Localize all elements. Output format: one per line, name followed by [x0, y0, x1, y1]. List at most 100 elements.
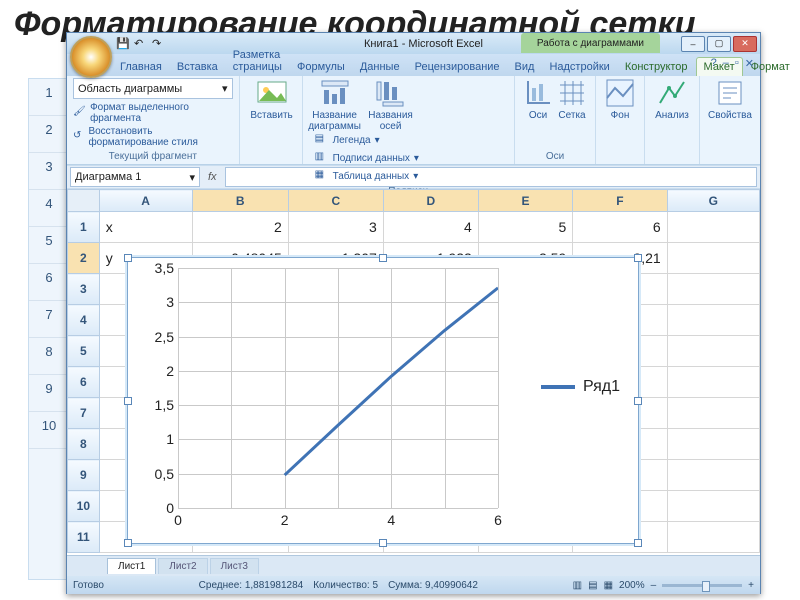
background-button[interactable]: Фон: [602, 78, 638, 121]
zoom-in-button[interactable]: +: [748, 580, 754, 591]
cell[interactable]: 5: [478, 212, 572, 243]
office-button[interactable]: [70, 36, 112, 78]
cell[interactable]: [667, 460, 759, 491]
tab-Вид[interactable]: Вид: [508, 58, 542, 76]
chart-handle[interactable]: [124, 397, 132, 405]
cell[interactable]: [667, 367, 759, 398]
reset-style-label: Восстановить форматирование стиля: [88, 126, 232, 148]
row-header-5[interactable]: 5: [68, 336, 100, 367]
format-selection-button[interactable]: 🖌 Формат выделенного фрагмента: [73, 101, 233, 125]
row-header-10[interactable]: 10: [68, 491, 100, 522]
save-icon[interactable]: 💾: [116, 37, 130, 51]
chart-handle[interactable]: [379, 254, 387, 262]
close-button[interactable]: ✕: [733, 36, 757, 52]
sheet-tab-Лист1[interactable]: Лист1: [107, 558, 156, 574]
help-icon[interactable]: ?: [711, 57, 717, 70]
col-header-D[interactable]: D: [383, 190, 478, 212]
chart-xtick: 0: [174, 512, 182, 528]
insert-button[interactable]: Вставить: [246, 78, 298, 121]
cell[interactable]: [667, 336, 759, 367]
redo-icon[interactable]: ↷: [152, 37, 166, 51]
view-pagebreak-icon[interactable]: ▦: [604, 580, 613, 591]
tab-Рецензирование[interactable]: Рецензирование: [408, 58, 507, 76]
legend-label: Легенда: [333, 135, 371, 146]
tab-Вставка[interactable]: Вставка: [170, 58, 225, 76]
maximize-button[interactable]: ▢: [707, 36, 731, 52]
row-header-1[interactable]: 1: [68, 212, 100, 243]
row-header-4[interactable]: 4: [68, 305, 100, 336]
zoom-value[interactable]: 200%: [619, 580, 645, 591]
chart-element-selector[interactable]: Область диаграммы ▾: [73, 78, 233, 99]
chart-handle[interactable]: [379, 539, 387, 547]
col-header-C[interactable]: C: [288, 190, 383, 212]
col-header-B[interactable]: B: [192, 190, 288, 212]
chart-handle[interactable]: [124, 539, 132, 547]
legend-button[interactable]: ▤Легенда▾: [315, 132, 419, 148]
chart-legend[interactable]: Ряд1: [541, 378, 620, 396]
reset-style-button[interactable]: ↺ Восстановить форматирование стиля: [73, 125, 233, 149]
row-header-8[interactable]: 8: [68, 429, 100, 460]
col-header-A[interactable]: A: [99, 190, 192, 212]
chart-handle[interactable]: [124, 254, 132, 262]
mdi-minimize-button[interactable]: –: [723, 57, 729, 70]
context-tab-Конструктор[interactable]: Конструктор: [618, 58, 695, 76]
chart-xtick: 6: [494, 512, 502, 528]
undo-icon[interactable]: ↶: [134, 37, 148, 51]
cell[interactable]: 4: [383, 212, 478, 243]
cell[interactable]: [667, 398, 759, 429]
row-header-11[interactable]: 11: [68, 522, 100, 553]
chart-title-button[interactable]: Название диаграммы: [309, 78, 361, 132]
cell[interactable]: [667, 243, 759, 274]
data-labels-button[interactable]: ▥Подписи данных▾: [315, 150, 419, 166]
zoom-slider[interactable]: [662, 584, 742, 587]
cell[interactable]: [667, 522, 759, 553]
embedded-chart[interactable]: 00,511,522,533,50246 Ряд1: [127, 257, 639, 544]
analysis-button[interactable]: Анализ: [651, 78, 693, 121]
col-header-F[interactable]: F: [573, 190, 667, 212]
properties-icon: [715, 78, 745, 108]
row-header-9[interactable]: 9: [68, 460, 100, 491]
tab-Данные[interactable]: Данные: [353, 58, 407, 76]
chart-series-line[interactable]: [178, 268, 498, 508]
cell[interactable]: [667, 274, 759, 305]
col-header-E[interactable]: E: [478, 190, 572, 212]
tab-Главная[interactable]: Главная: [113, 58, 169, 76]
chart-handle[interactable]: [634, 539, 642, 547]
cell[interactable]: 6: [573, 212, 667, 243]
chart-handle[interactable]: [634, 254, 642, 262]
axis-titles-button[interactable]: Названия осей: [365, 78, 417, 132]
minimize-button[interactable]: –: [681, 36, 705, 52]
mdi-restore-button[interactable]: ▫: [735, 57, 739, 70]
cell[interactable]: x: [99, 212, 192, 243]
row-header-6[interactable]: 6: [68, 367, 100, 398]
zoom-out-button[interactable]: –: [651, 580, 657, 591]
analysis-label: Анализ: [655, 110, 689, 121]
tab-Разметка страницы[interactable]: Разметка страницы: [226, 46, 289, 76]
gridlines-label: Сетка: [558, 110, 585, 121]
cell[interactable]: 3: [288, 212, 383, 243]
tab-Формулы[interactable]: Формулы: [290, 58, 352, 76]
cell[interactable]: 2: [192, 212, 288, 243]
axes-icon: [523, 78, 553, 108]
cell[interactable]: [667, 305, 759, 336]
cell[interactable]: [667, 491, 759, 522]
view-layout-icon[interactable]: ▤: [588, 580, 597, 591]
row-header-7[interactable]: 7: [68, 398, 100, 429]
name-box[interactable]: Диаграмма 1 ▾: [70, 167, 200, 187]
tab-Надстройки[interactable]: Надстройки: [542, 58, 616, 76]
col-header-G[interactable]: G: [667, 190, 759, 212]
chart-plot-area[interactable]: 00,511,522,533,50246: [178, 268, 498, 508]
properties-button[interactable]: Свойства: [706, 78, 754, 121]
row-header-3[interactable]: 3: [68, 274, 100, 305]
cell[interactable]: [667, 212, 759, 243]
fx-icon[interactable]: fx: [208, 171, 217, 183]
row-header-2[interactable]: 2: [68, 243, 100, 274]
cell[interactable]: [667, 429, 759, 460]
data-table-button[interactable]: ▦Таблица данных▾: [315, 168, 419, 184]
view-normal-icon[interactable]: ▥: [573, 580, 582, 591]
chart-handle[interactable]: [634, 397, 642, 405]
select-all-corner[interactable]: [68, 190, 100, 212]
sheet-tab-Лист2[interactable]: Лист2: [158, 558, 207, 574]
mdi-close-button[interactable]: ✕: [745, 57, 754, 70]
sheet-tab-Лист3[interactable]: Лист3: [210, 558, 259, 574]
